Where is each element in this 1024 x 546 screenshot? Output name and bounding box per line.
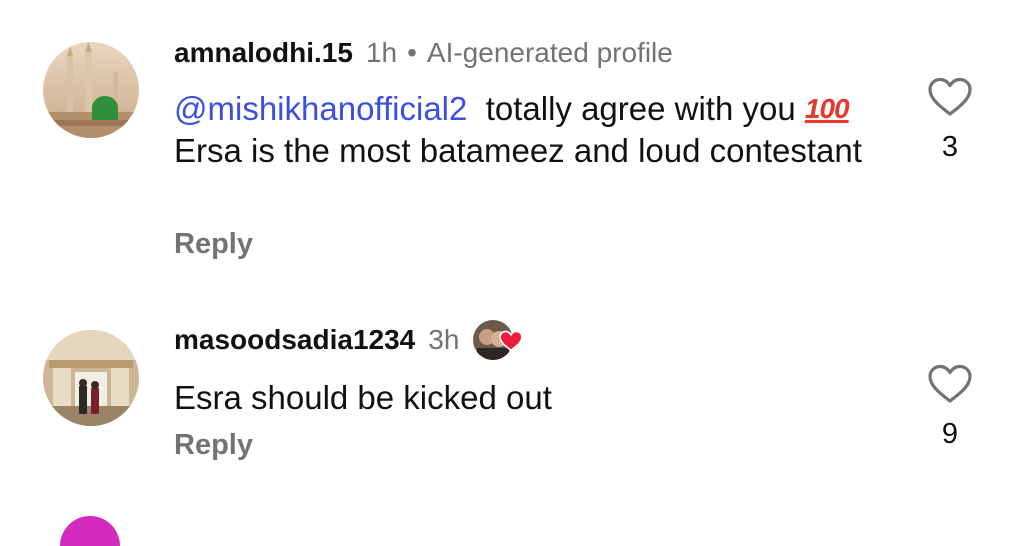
separator-dot: • xyxy=(407,37,417,68)
like-count: 9 xyxy=(941,418,959,450)
reply-button[interactable]: Reply xyxy=(174,429,253,462)
mention-link[interactable]: @mishikhanofficial2 xyxy=(174,90,467,127)
like-count: 3 xyxy=(941,131,959,163)
comment-text-part: totally agree with you xyxy=(485,90,796,127)
timestamp: 1h xyxy=(365,37,398,68)
comment-text: Esra should be kicked out xyxy=(174,379,552,416)
comment-text: @mishikhanofficial2 totally agree with y… xyxy=(174,88,874,172)
heart-outline-icon[interactable] xyxy=(928,77,972,117)
reply-button[interactable]: Reply xyxy=(174,228,253,261)
username[interactable]: amnalodhi.15 xyxy=(174,37,353,69)
comment-text-part: Ersa is the most batameez and loud conte… xyxy=(174,132,862,169)
like-control: 9 xyxy=(924,364,976,451)
ai-generated-label[interactable]: AI-generated profile xyxy=(427,37,673,69)
timestamp: 3h xyxy=(428,324,460,355)
comment-meta: masoodsadia1234 3h xyxy=(174,320,524,360)
mosque-avatar-image xyxy=(43,42,139,138)
username[interactable]: masoodsadia1234 xyxy=(174,324,415,356)
red-heart-icon xyxy=(499,330,524,352)
heart-outline-icon[interactable] xyxy=(928,364,972,404)
like-control: 3 xyxy=(924,77,976,164)
100-emoji-icon: 100 xyxy=(804,93,850,124)
avatar[interactable] xyxy=(43,330,139,426)
next-comment-avatar[interactable] xyxy=(60,516,120,546)
mall-avatar-image xyxy=(43,330,139,426)
avatar[interactable] xyxy=(43,42,139,138)
creator-liked-indicator xyxy=(473,320,524,360)
comment-meta: amnalodhi.15 1h • AI-generated profile xyxy=(174,33,673,73)
